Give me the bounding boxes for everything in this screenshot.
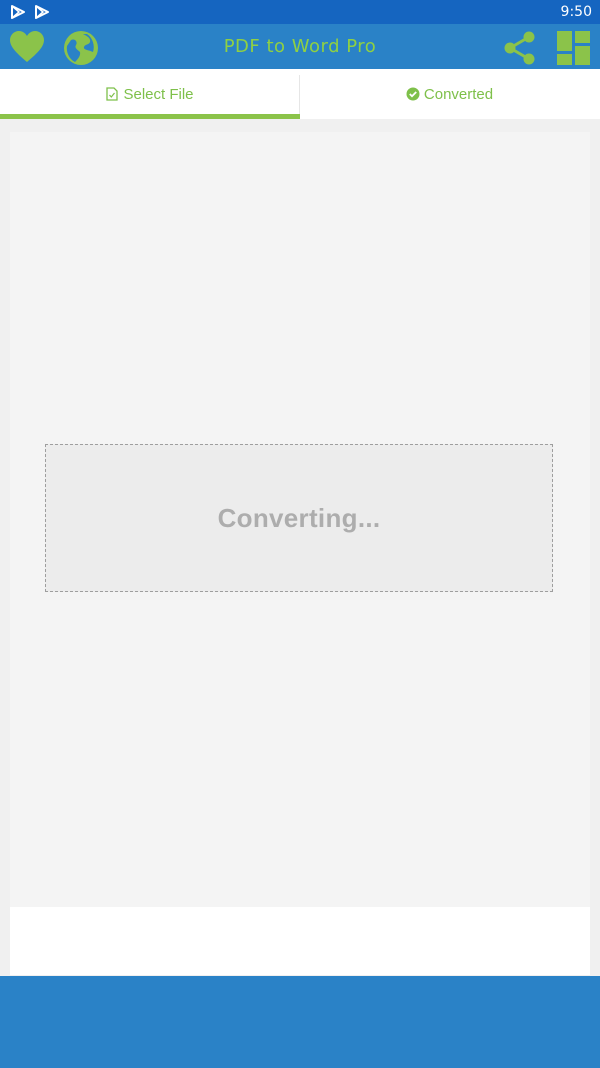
file-dropzone[interactable]: Converting... [45,444,553,592]
play-store-icon [35,5,49,19]
dropzone-label: Converting... [217,502,381,533]
play-store-icon [11,5,25,19]
status-bar: 9:50 [0,0,600,24]
tab-indicator [0,114,300,119]
status-time: 9:50 [560,4,592,20]
grid-icon[interactable] [556,30,592,66]
app-bar: PDF to Word Pro [0,24,600,69]
tab-bar: Select File Converted [0,69,600,119]
bottom-banner [0,976,600,1068]
tab-label: Converted [423,85,494,103]
tab-label: Select File [123,85,194,103]
footer-panel [10,907,590,975]
check-circle-icon [406,87,420,101]
tab-select-file[interactable]: Select File [0,69,299,119]
file-icon [106,87,119,101]
content-area: Converting... [10,132,590,907]
share-icon[interactable] [502,30,538,66]
tab-converted[interactable]: Converted [300,69,599,119]
